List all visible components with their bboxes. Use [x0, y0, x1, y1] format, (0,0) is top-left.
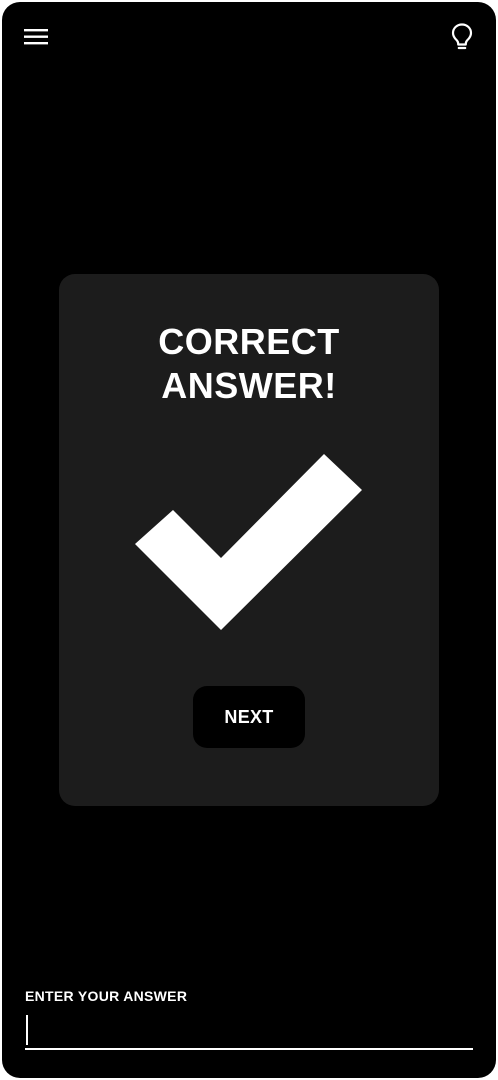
- app-screen: CORRECT ANSWER! NEXT ENTER YOUR ANSWER: [2, 2, 496, 1078]
- next-button[interactable]: NEXT: [193, 686, 305, 748]
- answer-label: ENTER YOUR ANSWER: [25, 988, 188, 1004]
- text-caret: [26, 1015, 28, 1045]
- result-title: CORRECT ANSWER!: [59, 320, 439, 408]
- hamburger-menu-icon[interactable]: [24, 26, 50, 48]
- result-title-line2: ANSWER!: [161, 365, 337, 406]
- result-title-line1: CORRECT: [158, 321, 340, 362]
- lightbulb-icon[interactable]: [450, 22, 474, 52]
- checkmark-icon: [135, 452, 365, 632]
- answer-input[interactable]: [25, 1012, 473, 1050]
- result-card: CORRECT ANSWER! NEXT: [59, 274, 439, 806]
